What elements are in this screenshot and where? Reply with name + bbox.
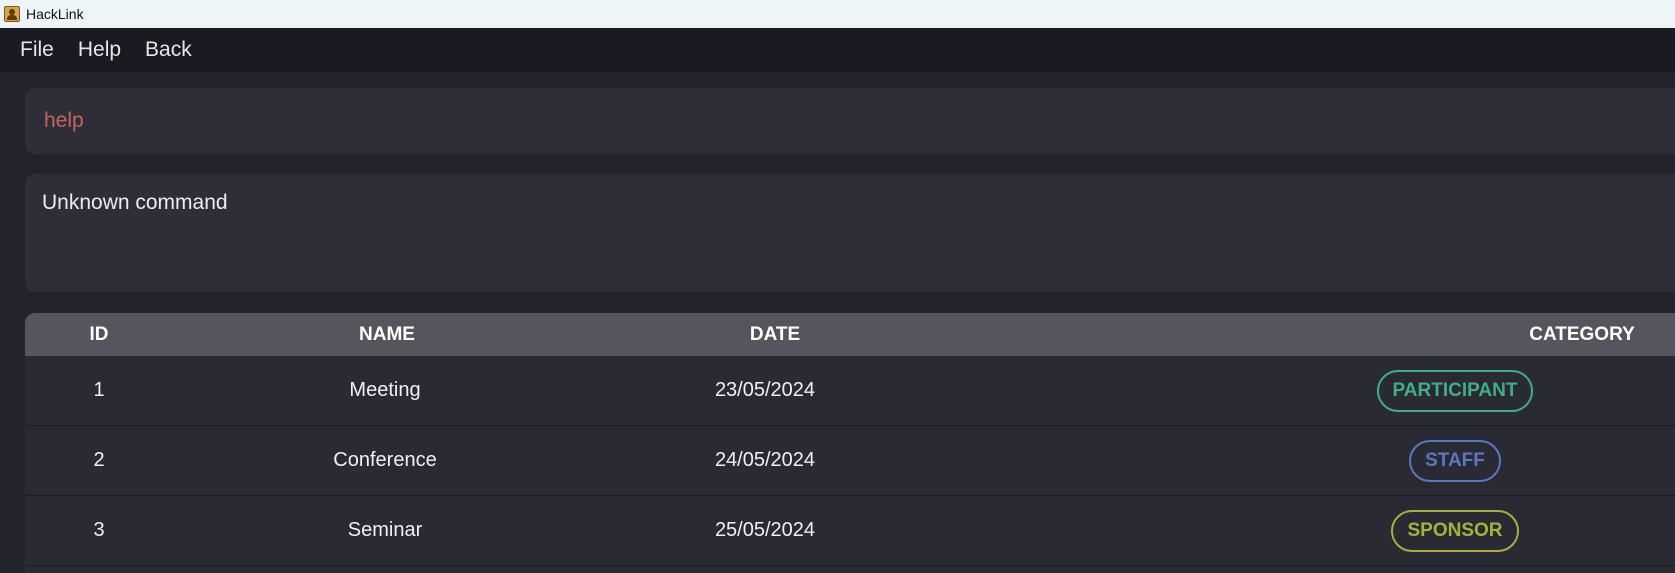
menu-file[interactable]: File (20, 38, 54, 62)
category-badge: SPONSOR (1391, 509, 1519, 552)
cell-category: SPONSOR (1355, 496, 1555, 565)
cell-name: Meeting (349, 379, 421, 401)
table-row[interactable]: 3 Seminar 25/05/2024 SPONSOR (25, 496, 1675, 566)
column-header-date[interactable]: DATE (625, 313, 925, 356)
cell-id: 3 (93, 519, 105, 541)
table-row[interactable]: 2 Conference 24/05/2024 STAFF (25, 426, 1675, 496)
table-header: ID NAME DATE CATEGORY (25, 313, 1675, 356)
cell-name: Seminar (347, 519, 423, 541)
cell-date: 23/05/2024 (714, 379, 816, 401)
title-bar: HackLink (0, 0, 1675, 28)
category-badge: STAFF (1409, 439, 1501, 482)
command-input[interactable] (42, 108, 1546, 134)
category-badge: PARTICIPANT (1376, 369, 1534, 412)
column-header-category[interactable]: CATEGORY (1457, 313, 1675, 356)
table-body: 1 Meeting 23/05/2024 PARTICIPANT 2 Conference… (25, 356, 1675, 566)
cell-date: 25/05/2024 (714, 519, 816, 541)
app-icon (4, 6, 20, 22)
event-table: ID NAME DATE CATEGORY 1 Meeting 23/05/2024… (25, 313, 1675, 573)
command-box (25, 88, 1675, 154)
menu-back[interactable]: Back (145, 38, 192, 62)
column-header-name[interactable]: NAME (237, 313, 537, 356)
column-header-id[interactable]: ID (25, 313, 173, 356)
cell-id: 1 (93, 379, 105, 401)
window-title: HackLink (26, 6, 84, 22)
menu-bar: File Help Back (0, 28, 1675, 72)
cell-category: PARTICIPANT (1355, 356, 1555, 425)
cell-category: STAFF (1355, 426, 1555, 495)
result-display: Unknown command (25, 174, 1675, 292)
result-message: Unknown command (42, 191, 228, 214)
cell-name: Conference (333, 449, 437, 471)
cell-date: 24/05/2024 (714, 449, 816, 471)
table-row[interactable]: 1 Meeting 23/05/2024 PARTICIPANT (25, 356, 1675, 426)
cell-id: 2 (93, 449, 105, 471)
menu-help[interactable]: Help (78, 38, 121, 62)
